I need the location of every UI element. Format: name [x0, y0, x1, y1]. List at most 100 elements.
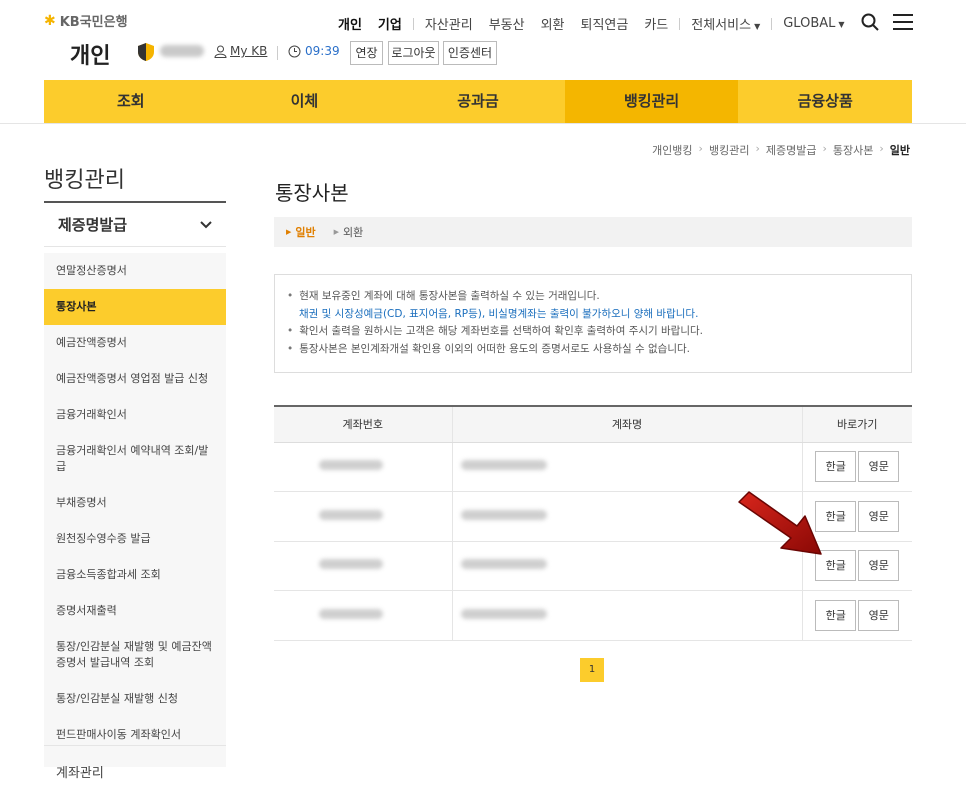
annotation-arrow-icon: [738, 491, 822, 555]
session-timer: 09:39: [288, 44, 340, 58]
table-row: 한글 영문: [274, 442, 912, 492]
triangle-right-icon: ▶: [333, 228, 340, 236]
column-header-account-name: 계좌명: [452, 405, 802, 443]
logout-button[interactable]: 로그아웃: [388, 41, 439, 65]
english-copy-button[interactable]: 영문: [858, 550, 900, 582]
user-icon: [214, 45, 227, 58]
side-menu-item[interactable]: 예금잔액증명서: [44, 325, 226, 361]
account-name-blurred: [452, 590, 802, 641]
english-copy-button[interactable]: 영문: [858, 500, 900, 532]
english-copy-button[interactable]: 영문: [858, 599, 900, 631]
main-menu-bar: 조회 이체 공과금 뱅킹관리 금융상품: [44, 80, 912, 123]
account-number-blurred[interactable]: [274, 541, 453, 591]
clock-icon: [288, 45, 301, 57]
topnav-asset[interactable]: 자산관리: [417, 14, 481, 33]
cert-center-button[interactable]: 인증센터: [443, 41, 497, 65]
side-menu-item[interactable]: 원천징수영수증 발급: [44, 521, 226, 557]
redacted-text: [460, 460, 547, 471]
divider: [277, 46, 278, 60]
breadcrumb-item[interactable]: 뱅킹관리: [709, 142, 749, 158]
english-copy-button[interactable]: 영문: [858, 451, 900, 483]
side-menu-item-active[interactable]: 통장사본: [44, 289, 226, 325]
side-menu-group[interactable]: 제증명발급: [44, 203, 226, 247]
divider: [0, 123, 966, 124]
side-menu-item[interactable]: 부채증명서: [44, 485, 226, 521]
search-icon[interactable]: [861, 13, 879, 31]
side-menu-item[interactable]: 금융거래확인서: [44, 397, 226, 433]
chevron-down-icon: [200, 220, 212, 228]
shield-icon: [138, 43, 154, 61]
kb-logo[interactable]: ✱ KB국민은행: [44, 11, 128, 31]
page-kind-label: 개인: [70, 44, 111, 69]
gnb-inquiry[interactable]: 조회: [44, 80, 218, 123]
notice-box: • 현재 보유중인 계좌에 대해 통장사본을 출력하실 수 있는 거래입니다. 채…: [274, 274, 912, 373]
breadcrumb-item[interactable]: 제증명발급: [766, 142, 817, 158]
account-number-blurred[interactable]: [274, 491, 453, 542]
gnb-banking-mgmt[interactable]: 뱅킹관리: [564, 80, 739, 123]
caret-down-icon: ▼: [754, 22, 761, 31]
chevron-right-icon: ›: [879, 142, 884, 155]
korean-copy-button[interactable]: 한글: [815, 451, 857, 483]
sub-tabs: ▶ 일반 ▶ 외환: [274, 217, 912, 247]
topnav-card[interactable]: 카드: [636, 14, 676, 33]
side-menu-item[interactable]: 금융소득종합과세 조회: [44, 557, 226, 593]
redacted-text: [319, 509, 383, 520]
side-menu-account-mgmt[interactable]: 계좌관리: [56, 762, 104, 781]
logo-text: KB국민은행: [59, 15, 128, 30]
column-header-account-number: 계좌번호: [274, 405, 453, 443]
breadcrumb: 개인뱅킹 › 뱅킹관리 › 제증명발급 › 통장사본 › 일반: [652, 142, 910, 158]
redacted-text: [460, 559, 547, 570]
breadcrumb-current: 일반: [889, 144, 910, 157]
chevron-right-icon: ›: [698, 142, 703, 155]
side-menu-item[interactable]: 펀드판매사이동 계좌확인서: [44, 717, 226, 753]
topnav-forex[interactable]: 외환: [533, 14, 573, 33]
redacted-text: [319, 559, 383, 570]
extend-button[interactable]: 연장: [350, 41, 383, 65]
topnav-realestate[interactable]: 부동산: [481, 14, 533, 33]
topnav-global[interactable]: GLOBAL ▼: [775, 16, 852, 31]
notice-highlight: 채권 및 시장성예금(CD, 표지어음, RP등), 비실명계좌는 출력이 불가…: [299, 307, 699, 320]
redacted-text: [460, 509, 547, 520]
account-number-blurred[interactable]: [274, 442, 453, 492]
topnav-all-services[interactable]: 전체서비스 ▼: [683, 14, 768, 33]
korean-copy-button[interactable]: 한글: [815, 599, 857, 631]
account-name-blurred: [452, 442, 802, 492]
bullet: •: [287, 290, 294, 302]
chevron-right-icon: ›: [755, 142, 760, 155]
side-menu-item[interactable]: 연말정산증명서: [44, 253, 226, 289]
side-menu-item[interactable]: 금융거래확인서 예약내역 조회/발급: [44, 433, 226, 485]
hamburger-menu-icon[interactable]: [893, 14, 913, 30]
topnav-pension[interactable]: 퇴직연금: [573, 14, 637, 33]
bullet: •: [287, 342, 294, 355]
table-row: 한글 영문: [274, 590, 912, 641]
side-menu-title: 뱅킹관리: [44, 168, 125, 193]
topnav-business[interactable]: 기업: [370, 14, 410, 33]
side-menu-item[interactable]: 통장/인감분실 재발행 및 예금잔액증명서 발급내역 조회: [44, 629, 226, 681]
gnb-transfer[interactable]: 이체: [218, 80, 392, 123]
page-title: 통장사본: [275, 181, 349, 205]
shortcut-cell: 한글 영문: [801, 590, 912, 641]
bullet: •: [287, 325, 294, 337]
redacted-text: [319, 608, 383, 619]
divider: [679, 17, 681, 30]
account-number-blurred[interactable]: [274, 590, 453, 641]
mykb-link[interactable]: My KB: [214, 44, 267, 58]
tab-general[interactable]: ▶ 일반: [286, 224, 316, 240]
side-menu-item[interactable]: 예금잔액증명서 영업점 발급 신청: [44, 361, 226, 397]
caret-down-icon: ▼: [838, 20, 845, 29]
breadcrumb-item[interactable]: 개인뱅킹: [652, 142, 692, 158]
pagination-current-page[interactable]: 1: [580, 658, 604, 682]
side-menu-item[interactable]: 증명서재출력: [44, 593, 226, 629]
topnav-personal[interactable]: 개인: [330, 14, 370, 33]
gnb-utility[interactable]: 공과금: [391, 80, 565, 123]
breadcrumb-item[interactable]: 통장사본: [833, 142, 873, 158]
top-navigation: 개인 기업 자산관리 부동산 외환 퇴직연금 카드 전체서비스 ▼ GLOBAL ▼: [330, 14, 853, 33]
side-menu-item[interactable]: 통장/인감분실 재발행 신청: [44, 681, 226, 717]
column-header-shortcut: 바로가기: [801, 405, 912, 443]
shortcut-cell: 한글 영문: [801, 442, 912, 492]
divider: [412, 17, 414, 30]
gnb-products[interactable]: 금융상품: [738, 80, 912, 123]
redacted-text: [460, 608, 547, 619]
tab-forex[interactable]: ▶ 외환: [334, 224, 364, 240]
kb-star-icon: ✱: [44, 12, 56, 29]
